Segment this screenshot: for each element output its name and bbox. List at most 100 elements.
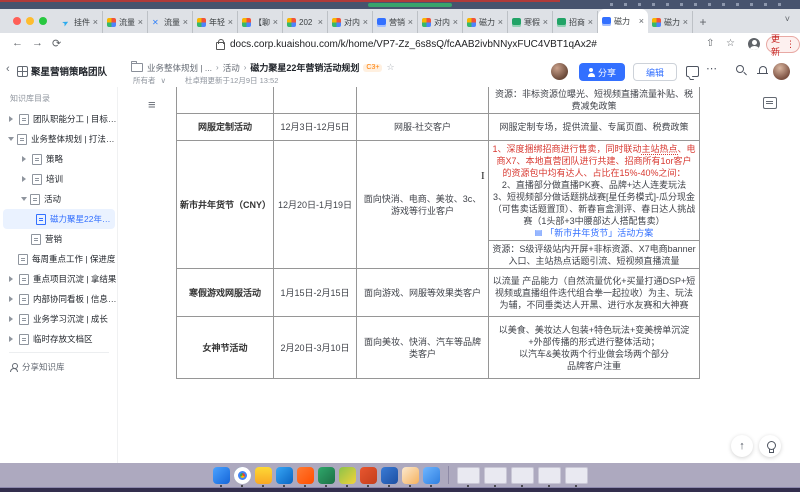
sidebar-item[interactable]: 重点项目沉淀 | 拿结果	[0, 269, 118, 289]
expand-icon[interactable]	[9, 316, 16, 322]
tab-close-icon[interactable]: ×	[363, 18, 368, 27]
back-to-top-button[interactable]: ↑	[731, 435, 753, 457]
cell-audience[interactable]: 面向游戏、网服等效果类客户	[357, 269, 489, 317]
browser-update-button[interactable]: 更新 ⋮	[766, 36, 800, 53]
collapse-icon[interactable]	[8, 137, 14, 144]
tab-close-icon[interactable]: ×	[639, 17, 644, 26]
browser-tab[interactable]: 流量×	[103, 11, 148, 33]
dock-icon-excel[interactable]	[318, 467, 335, 484]
collaborator-avatar[interactable]	[551, 63, 568, 80]
tab-close-icon[interactable]: ×	[498, 18, 503, 27]
sidebar-item[interactable]: 每周重点工作 | 保进度	[0, 249, 118, 269]
tab-close-icon[interactable]: ×	[228, 18, 233, 27]
tab-close-icon[interactable]: ×	[543, 18, 548, 27]
cell-date[interactable]: 12月20日-1月19日	[274, 141, 357, 269]
dock-icon-docs-cloud[interactable]	[423, 467, 440, 484]
share-button[interactable]: 分享	[579, 63, 625, 81]
cell-activity-name[interactable]: 女神节活动	[177, 317, 274, 379]
comment-panel-icon[interactable]	[763, 97, 777, 109]
browser-tab[interactable]: 磁力×	[648, 11, 693, 33]
tab-overflow-icon[interactable]: ˅	[785, 14, 790, 24]
bookmark-star-icon[interactable]: ☆	[726, 38, 735, 49]
tab-close-icon[interactable]: ×	[273, 18, 278, 27]
outline-toc-icon[interactable]: ≡	[148, 97, 156, 112]
cell-detail[interactable]: 以美食、美妆达人包装+特色玩法+变美榜单沉淀+外部传播的形式进行整体活动； 以汽…	[489, 317, 700, 379]
team-name[interactable]: 聚星营销策略团队	[31, 64, 117, 78]
expand-icon[interactable]	[9, 276, 16, 282]
dock-window-thumbnail[interactable]	[565, 467, 588, 484]
comment-icon[interactable]	[686, 66, 699, 77]
expand-icon[interactable]	[9, 296, 16, 302]
cell-resource[interactable]: 资源：S级评级站内开屏+非标资源、X7电商banner入口、主站热点话题引流、短…	[489, 241, 700, 269]
dock-icon-kuaishou[interactable]	[297, 467, 314, 484]
browser-tab[interactable]: ✕流量×	[148, 11, 193, 33]
cell-audience[interactable]: 面向快消、电商、美妆、3c、游戏等行业客户	[357, 141, 489, 269]
traffic-close-icon[interactable]	[13, 17, 21, 25]
cell-audience[interactable]: 网服-社交客户	[357, 114, 489, 141]
owner-filter[interactable]: 所有者	[133, 75, 156, 86]
reload-icon[interactable]: ⟳	[52, 37, 61, 50]
traffic-zoom-icon[interactable]	[39, 17, 47, 25]
browser-tab[interactable]: ➤挂件×	[58, 11, 103, 33]
tab-close-icon[interactable]: ×	[183, 18, 188, 27]
more-menu-icon[interactable]: ⋯	[706, 62, 718, 75]
tab-close-icon[interactable]: ×	[408, 18, 413, 27]
edit-button[interactable]: 编辑	[633, 63, 677, 81]
cell-date[interactable]	[274, 87, 357, 114]
tab-close-icon[interactable]: ×	[588, 18, 593, 27]
cell-audience[interactable]	[357, 87, 489, 114]
dock-icon-mail-app[interactable]	[276, 467, 293, 484]
browser-tab[interactable]: 寒假×	[508, 11, 553, 33]
cell-activity-name[interactable]: 网服定制活动	[177, 114, 274, 141]
browser-tab[interactable]: 202×	[283, 11, 328, 33]
dock-window-thumbnail[interactable]	[538, 467, 561, 484]
cell-activity-name[interactable]: 寒假游戏网服活动	[177, 269, 274, 317]
breadcrumb-section[interactable]: 活动	[223, 62, 240, 74]
browser-tab-active[interactable]: 磁力×	[598, 9, 648, 33]
sidebar-item[interactable]: 活动	[0, 189, 118, 209]
sidebar-item-current[interactable]: 磁力聚星22年营销...	[3, 209, 115, 229]
breadcrumb-root[interactable]: 业务整体规划 | ...	[147, 62, 212, 74]
expand-icon[interactable]	[9, 336, 16, 342]
browser-tab[interactable]: 磁力×	[463, 11, 508, 33]
expand-icon[interactable]	[22, 156, 29, 162]
dock-icon-chrome[interactable]	[234, 467, 251, 484]
profile-icon[interactable]	[748, 38, 760, 50]
collapse-sidebar-icon[interactable]: ‹	[6, 63, 10, 75]
cell-detail[interactable]: 资源：非标资源位曝光、短视频直播流量补贴、税费减免政策	[489, 87, 700, 114]
sidebar-item[interactable]: 业务学习沉淀 | 成长	[0, 309, 118, 329]
cell-date[interactable]: 1月15日-2月15日	[274, 269, 357, 317]
cell-date[interactable]: 12月3日-12月5日	[274, 114, 357, 141]
user-avatar[interactable]	[773, 63, 790, 80]
dock-icon-green-app[interactable]	[339, 467, 356, 484]
dock-window-thumbnail[interactable]	[484, 467, 507, 484]
expand-icon[interactable]	[9, 116, 16, 122]
tab-close-icon[interactable]: ×	[453, 18, 458, 27]
sidebar-item[interactable]: 团队职能分工 | 目标定位	[0, 109, 118, 129]
dock-icon-word[interactable]	[381, 467, 398, 484]
browser-tab[interactable]: 营销×	[373, 11, 418, 33]
url-input[interactable]: docs.corp.kuaishou.com/k/home/VP7-Zz_6s8…	[230, 39, 597, 50]
dock-window-thumbnail[interactable]	[457, 467, 480, 484]
favorite-star-icon[interactable]: ☆	[386, 62, 394, 73]
sidebar-item[interactable]: 业务整体规划 | 打法思路	[0, 129, 118, 149]
sidebar-item[interactable]: 内部协同看板 | 信息对齐	[0, 289, 118, 309]
cell-activity-name[interactable]	[177, 87, 274, 114]
dock-icon-pencil-app[interactable]	[213, 467, 230, 484]
cell-detail[interactable]: 网服定制专场，提供流量、专属页面、税费政策	[489, 114, 700, 141]
tab-close-icon[interactable]: ×	[138, 18, 143, 27]
notifications-icon[interactable]	[757, 65, 768, 76]
back-icon[interactable]: ←	[12, 37, 23, 49]
sidebar-item[interactable]: 营销	[0, 229, 118, 249]
share-page-icon[interactable]: ⇧	[706, 38, 714, 49]
activity-plan-link[interactable]: ▤ 「新市井年货节」活动方案	[492, 227, 696, 239]
cell-detail[interactable]: 以流量 产品能力（自然流量优化+买量打通DSP+短视频或直播组件迭代组合拳一起拉…	[489, 269, 700, 317]
cell-date[interactable]: 2月20日-3月10日	[274, 317, 357, 379]
tab-close-icon[interactable]: ×	[318, 18, 323, 27]
tab-close-icon[interactable]: ×	[683, 18, 688, 27]
sidebar-item[interactable]: 培训	[0, 169, 118, 189]
new-tab-button[interactable]: +	[693, 11, 713, 33]
sidebar-item[interactable]: 策略	[0, 149, 118, 169]
workspace-grid-icon[interactable]	[17, 66, 28, 77]
browser-tab[interactable]: 对内×	[418, 11, 463, 33]
